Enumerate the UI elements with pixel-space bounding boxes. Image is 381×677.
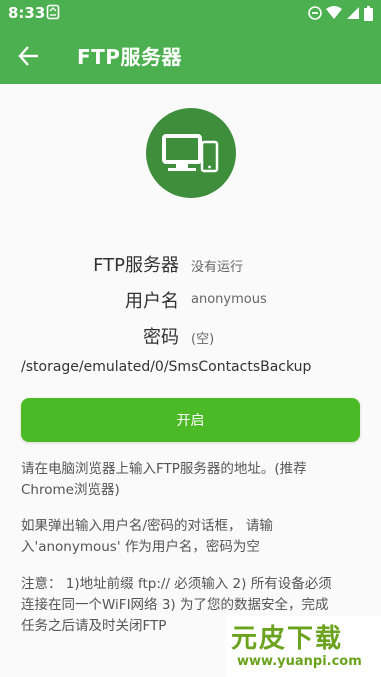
notification-icon: [46, 4, 60, 20]
watermark-text: 元皮下载: [231, 624, 344, 654]
instruction-line: 注意： 1)地址前缀 ftp:// 必须输入 2) 所有设备必须: [21, 576, 332, 592]
server-status: 没有运行: [191, 260, 244, 275]
instruction-login: 如果弹出输入用户名/密码的对话框， 请输 入'anonymous' 作为用户名，…: [21, 516, 361, 558]
signal-icon: [347, 7, 359, 19]
instruction-line: 如果弹出输入用户名/密码的对话框， 请输: [21, 518, 273, 534]
dnd-icon: [308, 6, 322, 20]
watermark: 元皮下载 www.yuanpi.com: [225, 616, 381, 677]
instruction-browser: 请在电脑浏览器上输入FTP服务器的地址。(推荐 Chrome浏览器): [21, 459, 361, 501]
password-row: 密码 (空): [0, 323, 381, 351]
instruction-line: 连接在同一个WiFI网络 3) 为了您的数据安全，完成: [21, 597, 329, 613]
watermark-url: www.yuanpi.com: [237, 654, 362, 669]
username-value: anonymous: [191, 292, 267, 307]
instruction-line: 请在电脑浏览器上输入FTP服务器的地址。(推荐: [21, 461, 307, 477]
devices-badge: [146, 108, 236, 198]
instruction-line: 入'anonymous' 作为用户名，密码为空: [21, 539, 260, 555]
wifi-icon: [326, 6, 342, 19]
storage-path: /storage/emulated/0/SmsContactsBackup: [21, 359, 312, 375]
page-title: FTP服务器: [77, 45, 182, 69]
app-bar: FTP服务器: [0, 27, 381, 84]
start-button[interactable]: 开启: [21, 398, 360, 442]
system-icons: [308, 5, 373, 21]
computer-phone-icon: [162, 134, 219, 173]
status-time: 8:33: [8, 4, 46, 22]
server-status-row: FTP服务器 没有运行: [0, 251, 381, 279]
username-label: 用户名: [125, 291, 179, 312]
username-row: 用户名 anonymous: [0, 287, 381, 315]
back-arrow-icon[interactable]: [16, 43, 42, 69]
password-value: (空): [191, 332, 215, 347]
password-label: 密码: [143, 327, 179, 348]
instruction-line: Chrome浏览器): [21, 482, 120, 498]
battery-icon: [364, 5, 373, 21]
status-bar: 8:33: [0, 0, 381, 27]
server-label: FTP服务器: [93, 255, 179, 276]
